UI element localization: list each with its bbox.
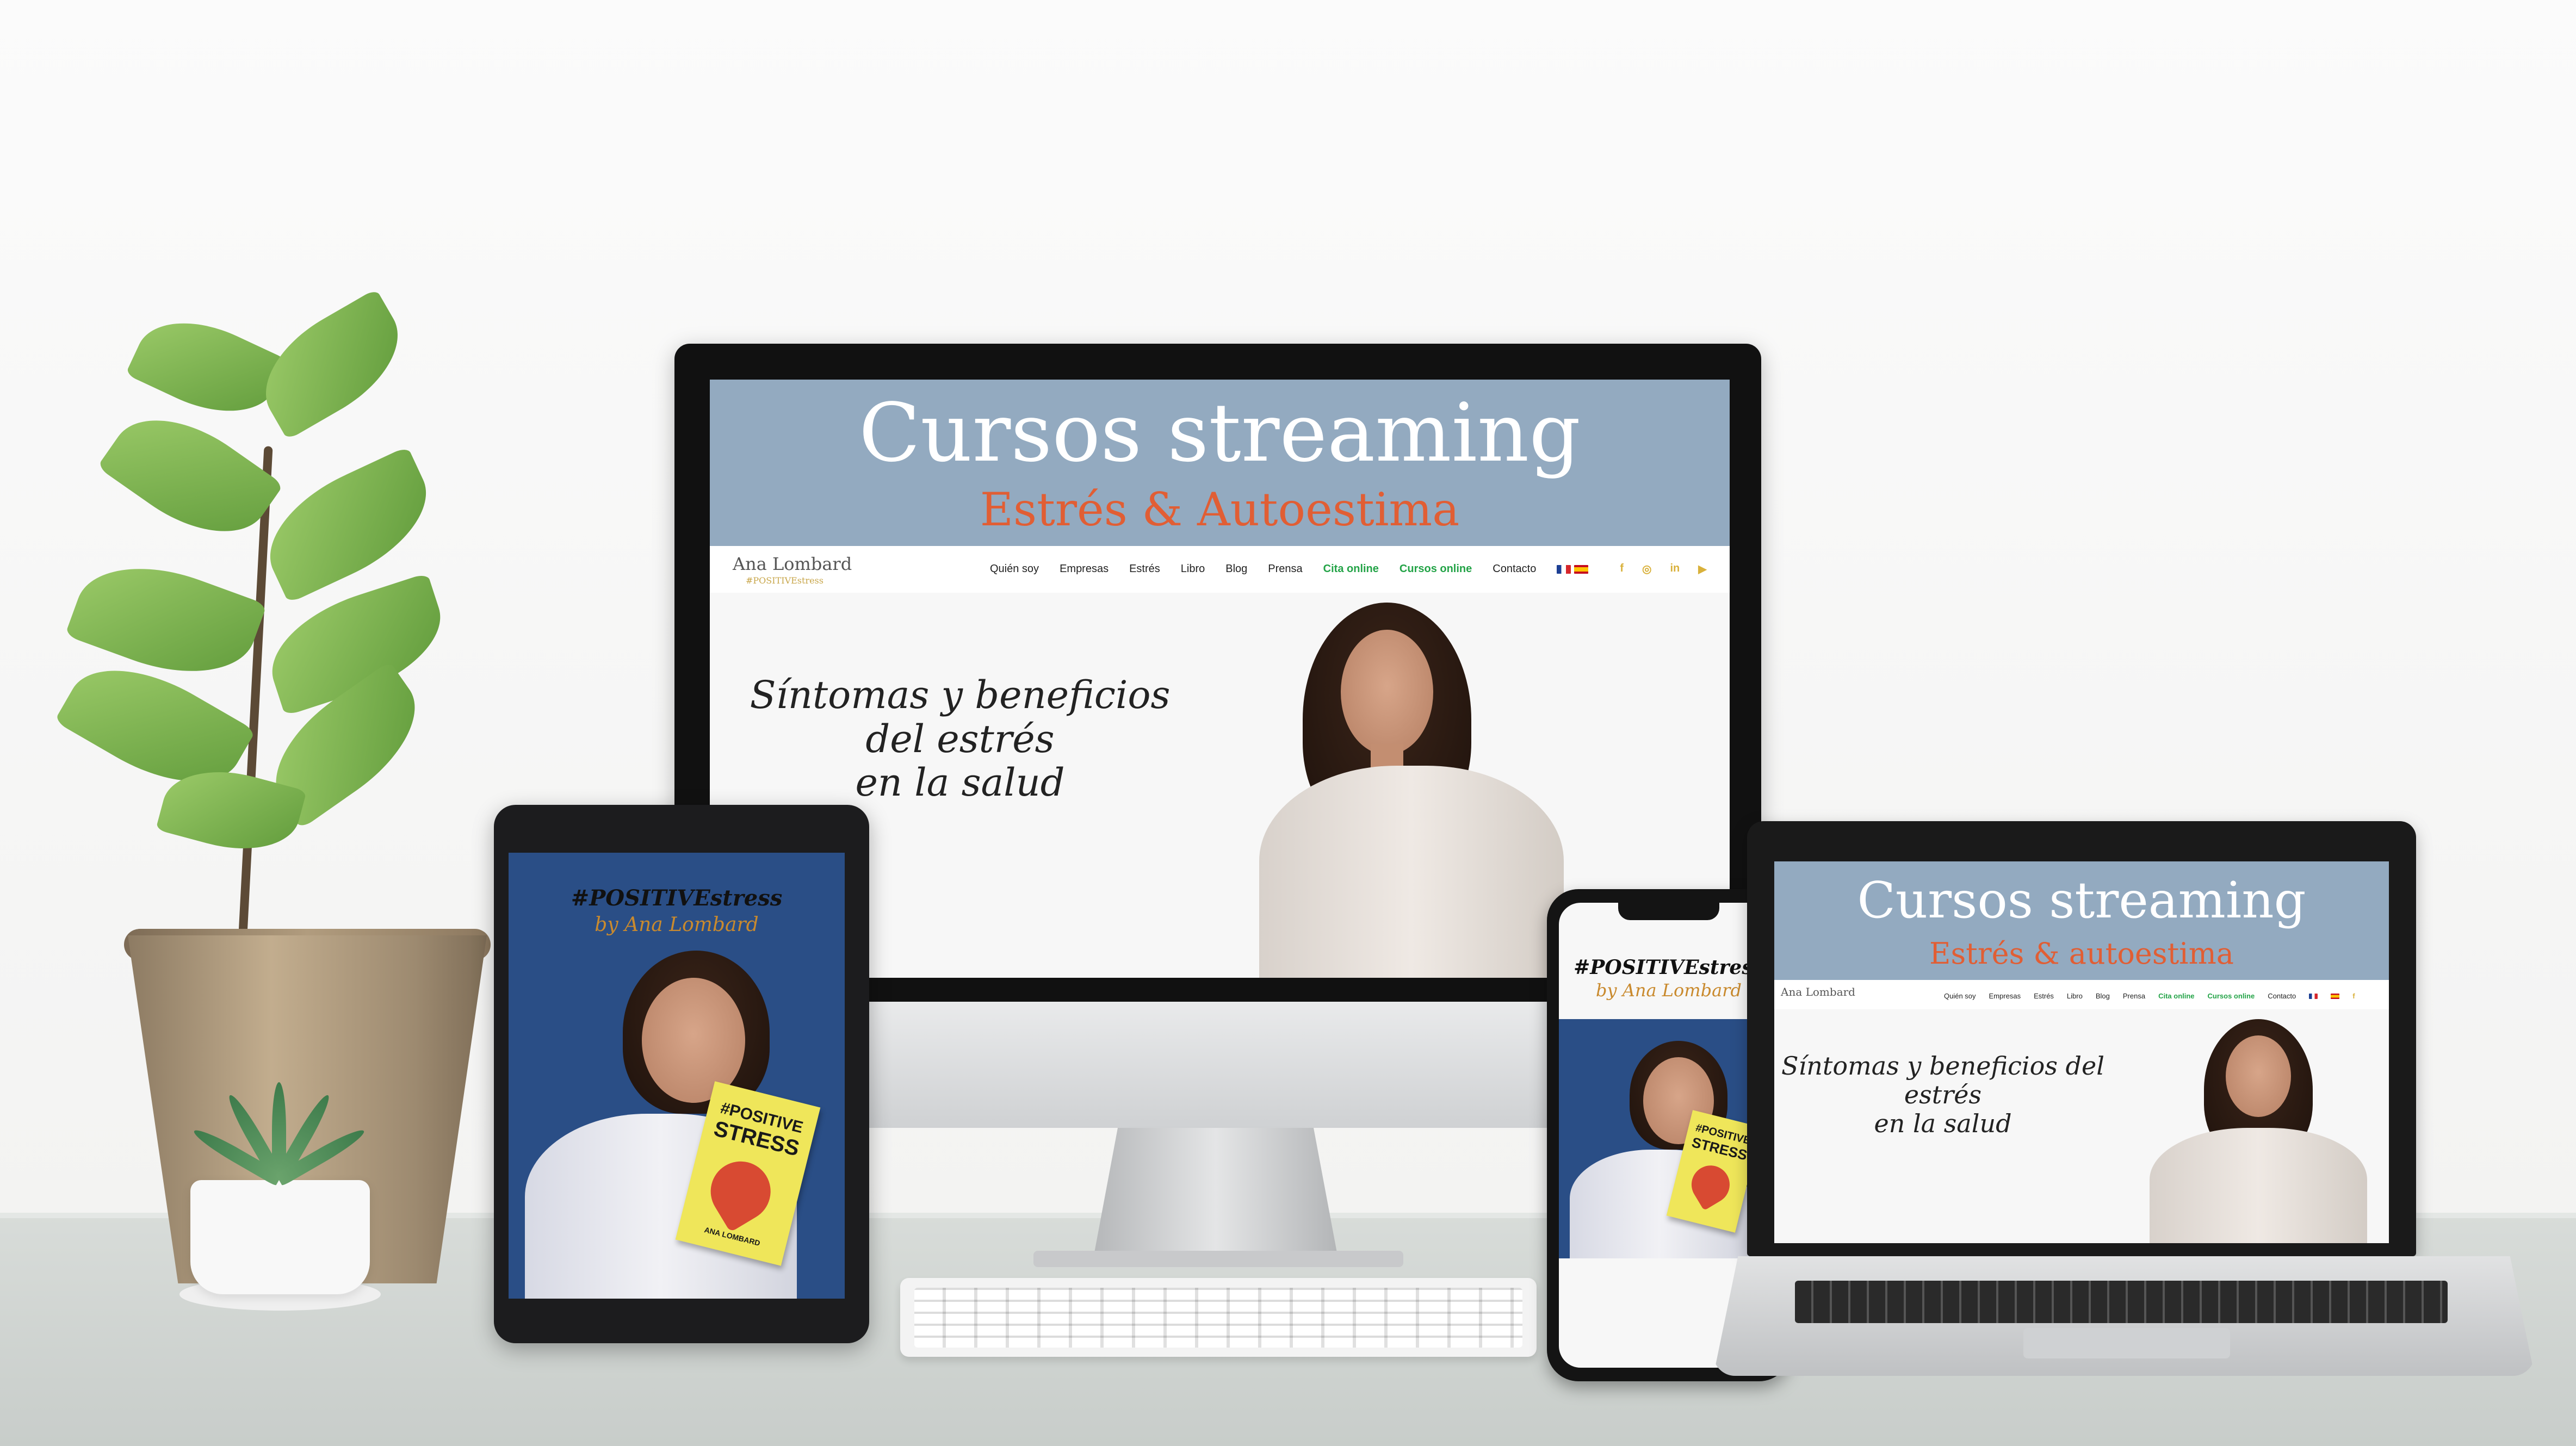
nav-item-libro[interactable]: Libro [1181, 563, 1205, 575]
site-logo[interactable]: Ana Lombard [733, 554, 852, 574]
succulent-pot [190, 1180, 370, 1294]
laptop-hero-subtitle: Estrés & autoestima [1929, 936, 2234, 971]
nav-item-cita-online[interactable]: Cita online [1323, 563, 1379, 575]
tablet-title: #POSITIVEstress [571, 885, 783, 911]
speaker-photo [2150, 1019, 2367, 1243]
laptop-nav-bar: Ana Lombard Quién soy Empresas Estrés Li… [1774, 980, 2389, 1009]
nav-menu: Quién soy Empresas Estrés Libro Blog Pre… [990, 562, 1707, 576]
nav-item-quien-soy[interactable]: Quién soy [990, 563, 1039, 575]
tablet-screen: #POSITIVEstress by Ana Lombard #POSITIVE… [509, 853, 845, 1299]
phone-hero-image: #POSITIVE STRESS [1559, 1019, 1779, 1258]
nav-item-libro[interactable]: Libro [2067, 992, 2083, 1000]
nav-item-cita-online[interactable]: Cita online [2158, 992, 2194, 1000]
hero-subtitle: Estrés & Autoestima [980, 483, 1460, 536]
nav-item-contacto[interactable]: Contacto [2268, 992, 2296, 1000]
laptop-page-headline: Síntomas y beneficios del estrés en la s… [1780, 1052, 2106, 1138]
youtube-icon[interactable]: ▶ [1698, 562, 1706, 576]
social-icons: f ◎ in ▶ [1620, 562, 1706, 576]
nav-item-blog[interactable]: Blog [1225, 563, 1247, 575]
laptop-hero-title: Cursos streaming [1857, 871, 2306, 929]
speaker-photo [1259, 603, 1564, 978]
site-logo-tagline: #POSITIVEstress [746, 575, 823, 586]
flag-fr-icon[interactable] [2309, 993, 2318, 999]
keyboard-keys [914, 1288, 1522, 1348]
laptop-keyboard [1795, 1281, 2448, 1323]
heart-icon [699, 1150, 782, 1233]
nav-item-prensa[interactable]: Prensa [1268, 563, 1302, 575]
keyboard [900, 1278, 1537, 1357]
nav-item-blog[interactable]: Blog [2096, 992, 2110, 1000]
headline-line-2: en la salud [855, 760, 1065, 805]
monitor-stand [1093, 1128, 1338, 1258]
facebook-icon[interactable]: f [2352, 992, 2355, 1000]
nav-item-empresas[interactable]: Empresas [1989, 992, 2021, 1000]
facebook-icon[interactable]: f [1620, 562, 1624, 576]
site-nav-bar: Ana Lombard #POSITIVEstress Quién soy Em… [710, 546, 1730, 593]
nav-item-estres[interactable]: Estrés [1129, 563, 1160, 575]
nav-item-cursos-online[interactable]: Cursos online [1400, 563, 1472, 575]
phone-byline: by Ana Lombard [1596, 980, 1742, 1001]
tablet-byline: by Ana Lombard [595, 914, 759, 936]
headline-line-1: Síntomas y beneficios del estrés [750, 673, 1171, 761]
nav-item-contacto[interactable]: Contacto [1493, 563, 1536, 575]
heart-icon [1684, 1158, 1737, 1211]
nav-item-prensa[interactable]: Prensa [2123, 992, 2145, 1000]
instagram-icon[interactable]: ◎ [1642, 562, 1651, 576]
laptop-trackpad [2023, 1328, 2230, 1358]
laptop-screen: Cursos streaming Estrés & autoestima Ana… [1774, 861, 2389, 1243]
laptop-site-logo[interactable]: Ana Lombard [1781, 985, 1855, 998]
hero-banner: Cursos streaming Estrés & Autoestima [710, 380, 1730, 546]
language-flags [1557, 564, 1589, 574]
hero-title: Cursos streaming [858, 386, 1581, 480]
flag-es-icon[interactable] [1574, 564, 1589, 574]
laptop-nav-menu: Quién soy Empresas Estrés Libro Blog Pre… [1944, 992, 2355, 1000]
linkedin-icon[interactable]: in [1670, 562, 1680, 576]
headline-line-2: en la salud [1874, 1108, 2012, 1138]
page-headline: Síntomas y beneficios del estrés en la s… [721, 673, 1199, 805]
nav-item-empresas[interactable]: Empresas [1060, 563, 1109, 575]
flag-fr-icon[interactable] [1557, 564, 1571, 574]
phone-notch [1618, 903, 1719, 920]
flag-es-icon[interactable] [2331, 993, 2340, 999]
nav-item-estres[interactable]: Estrés [2034, 992, 2054, 1000]
laptop-hero-banner: Cursos streaming Estrés & autoestima [1774, 861, 2389, 980]
headline-line-1: Síntomas y beneficios del estrés [1781, 1051, 2104, 1109]
nav-item-quien-soy[interactable]: Quién soy [1944, 992, 1976, 1000]
phone-title: #POSITIVEstress [1574, 956, 1764, 979]
nav-item-cursos-online[interactable]: Cursos online [2208, 992, 2255, 1000]
monitor-stand-foot [1033, 1251, 1403, 1267]
